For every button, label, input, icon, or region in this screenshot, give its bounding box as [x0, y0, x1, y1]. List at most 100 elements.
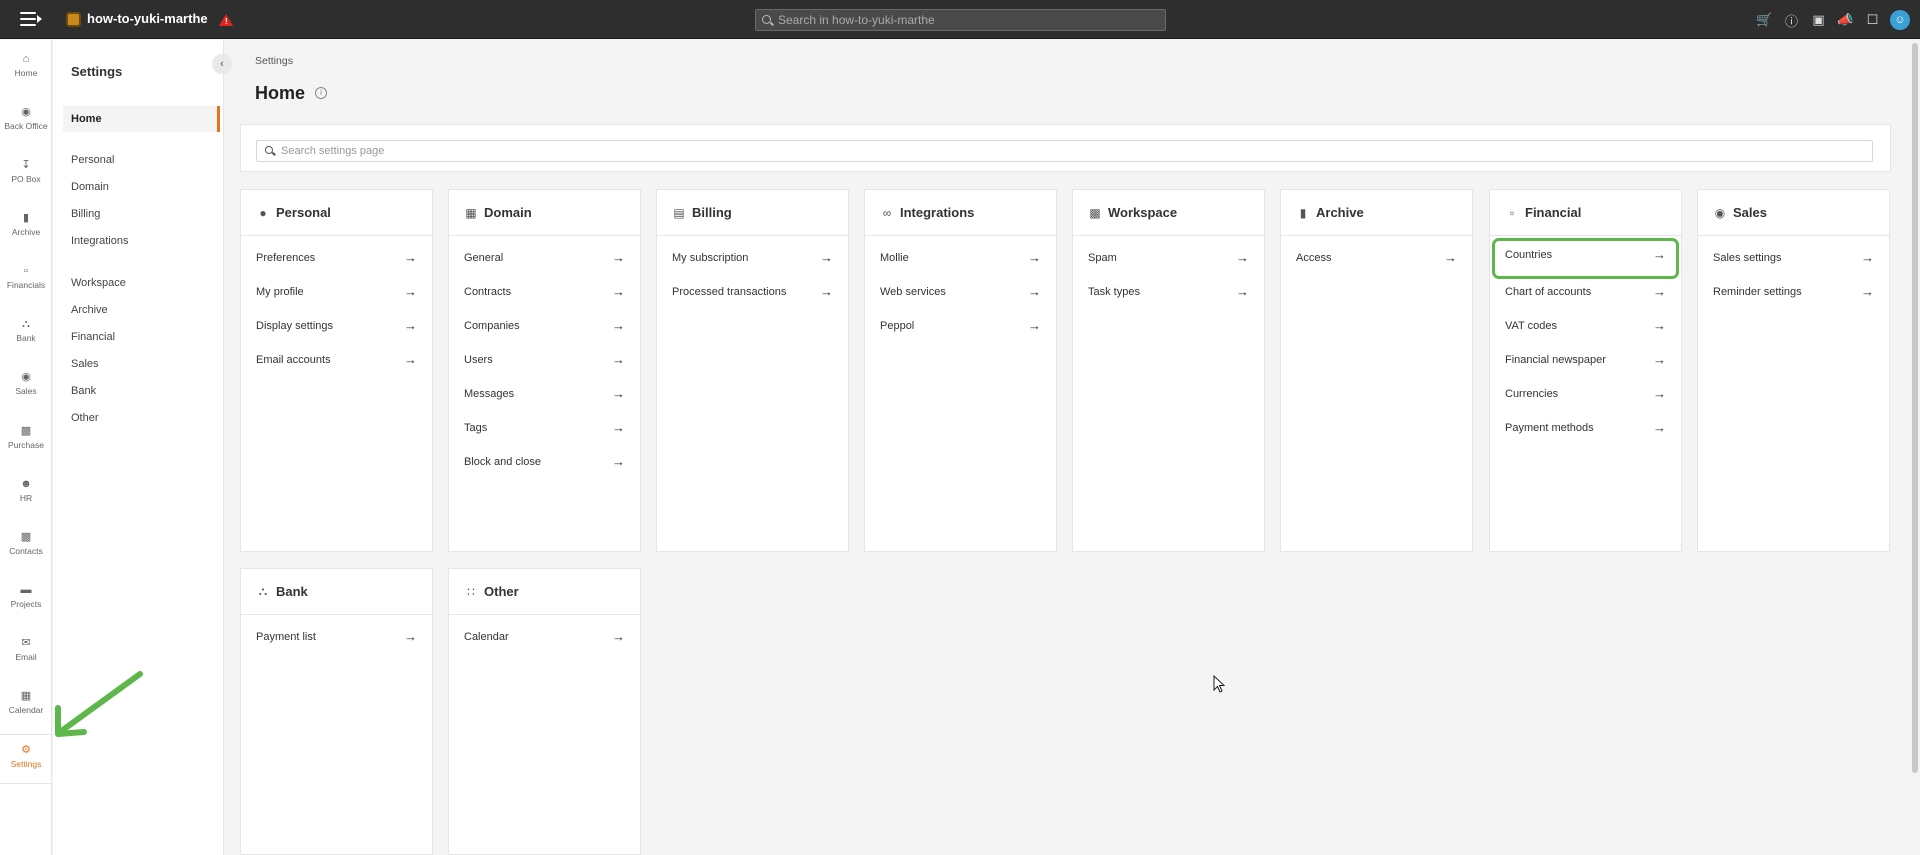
rail-item-projects[interactable]: ▬ Projects [0, 575, 52, 625]
arrow-right-icon: → [612, 250, 625, 265]
arrow-right-icon: → [1653, 284, 1666, 299]
people-icon: ☻ [20, 478, 32, 490]
rail-item-email[interactable]: ✉ Email [0, 628, 52, 678]
warning-icon[interactable]: ! [219, 14, 233, 26]
link-peppol[interactable]: Peppol → [867, 309, 1054, 343]
search-icon [762, 15, 771, 24]
nav-item-financial[interactable]: Financial [71, 331, 115, 343]
link-email-accounts[interactable]: Email accounts → [243, 343, 430, 377]
link-companies[interactable]: Companies → [451, 309, 638, 343]
arrow-right-icon: → [404, 352, 417, 367]
bookmark-icon[interactable]: ☐ [1859, 10, 1886, 30]
breadcrumb[interactable]: Settings [255, 55, 293, 67]
link-chart-of-accounts[interactable]: Chart of accounts → [1492, 275, 1679, 309]
collapse-chevron-icon[interactable]: ‹ [212, 54, 232, 74]
card-title: Domain [484, 205, 532, 220]
link-web-services[interactable]: Web services → [867, 275, 1054, 309]
rail-item-contacts[interactable]: ▩ Contacts [0, 522, 52, 572]
link-payment-methods[interactable]: Payment methods → [1492, 411, 1679, 445]
building-icon: ▦ [465, 205, 477, 220]
settings-search-card: Search settings page [240, 124, 1891, 172]
arrow-right-icon: → [1653, 420, 1666, 435]
settings-icon: ⚙ [21, 744, 31, 756]
link-messages[interactable]: Messages → [451, 377, 638, 411]
settings-search-input[interactable]: Search settings page [256, 140, 1873, 162]
store-icon[interactable]: ▣ [1805, 10, 1832, 30]
link-block-and-close[interactable]: Block and close → [451, 445, 638, 479]
link-general[interactable]: General → [451, 241, 638, 275]
card-title: Archive [1316, 205, 1364, 220]
arrow-right-icon: → [1653, 247, 1666, 262]
arrow-right-icon: → [1236, 250, 1249, 265]
nav-item-integrations[interactable]: Integrations [71, 235, 128, 247]
card-personal: ● Personal Preferences → My profile → Displ… [240, 189, 433, 552]
arrow-right-icon: → [404, 250, 417, 265]
link-processed-transactions[interactable]: Processed transactions → [659, 275, 846, 309]
arrow-right-icon: → [1028, 284, 1041, 299]
nav-item-personal[interactable]: Personal [71, 154, 114, 166]
nav-item-domain[interactable]: Domain [71, 181, 109, 193]
nav-item-home[interactable]: Home [63, 106, 220, 132]
back-office-icon: ◉ [21, 106, 31, 118]
company-logo-icon [66, 12, 81, 27]
arrow-right-icon: → [1236, 284, 1249, 299]
user-icon[interactable]: ☺ [1890, 10, 1910, 30]
arrow-right-icon: → [612, 284, 625, 299]
nav-item-bank[interactable]: Bank [71, 385, 96, 397]
megaphone-icon[interactable]: 📣 [1832, 10, 1859, 30]
scrollbar[interactable] [1912, 43, 1918, 773]
annotation-arrow-icon [55, 671, 143, 737]
rail-item-back-office[interactable]: ◉ Back Office [0, 97, 52, 147]
top-bar: how-to-yuki-marthe ! Search in how-to-yu… [0, 0, 1920, 39]
link-access[interactable]: Access → [1283, 241, 1470, 275]
link-currencies[interactable]: Currencies → [1492, 377, 1679, 411]
link-financial-newspaper[interactable]: Financial newspaper → [1492, 343, 1679, 377]
rail-item-purchase[interactable]: ▩ Purchase [0, 416, 52, 466]
link-task-types[interactable]: Task types → [1075, 275, 1262, 309]
home-icon: ⌂ [22, 53, 30, 65]
info-icon[interactable]: ⓘ [1778, 10, 1805, 30]
company-name[interactable]: how-to-yuki-marthe [87, 11, 208, 26]
link-calendar[interactable]: Calendar → [451, 620, 638, 654]
link-display-settings[interactable]: Display settings → [243, 309, 430, 343]
card-title: Billing [692, 205, 732, 220]
link-sales-settings[interactable]: Sales settings → [1700, 241, 1887, 275]
card-title: Bank [276, 584, 308, 599]
link-my-profile[interactable]: My profile → [243, 275, 430, 309]
card-title: Personal [276, 205, 331, 220]
link-vat-codes[interactable]: VAT codes → [1492, 309, 1679, 343]
rail-item-hr[interactable]: ☻ HR [0, 469, 52, 519]
rail-item-bank[interactable]: ⛬ Bank [0, 309, 52, 359]
link-preferences[interactable]: Preferences → [243, 241, 430, 275]
nav-item-sales[interactable]: Sales [71, 358, 99, 370]
rail-item-settings[interactable]: ⚙ Settings [0, 734, 52, 784]
rail-item-po-box[interactable]: ↧ PO Box [0, 150, 52, 200]
link-contracts[interactable]: Contracts → [451, 275, 638, 309]
card-title: Sales [1733, 205, 1767, 220]
rail-item-sales[interactable]: ◉ Sales [0, 362, 52, 412]
handshake-icon: ◉ [21, 371, 31, 383]
nav-item-billing[interactable]: Billing [71, 208, 100, 220]
link-payment-list[interactable]: Payment list → [243, 620, 430, 654]
link-reminder-settings[interactable]: Reminder settings → [1700, 275, 1887, 309]
search-placeholder: Search settings page [281, 145, 385, 157]
global-search-input[interactable]: Search in how-to-yuki-marthe [755, 9, 1166, 31]
link-mollie[interactable]: Mollie → [867, 241, 1054, 275]
link-tags[interactable]: Tags → [451, 411, 638, 445]
link-countries[interactable]: Countries → [1492, 238, 1679, 279]
link-spam[interactable]: Spam → [1075, 241, 1262, 275]
menu-icon[interactable] [20, 12, 42, 26]
info-icon[interactable]: i [315, 87, 327, 99]
link-users[interactable]: Users → [451, 343, 638, 377]
rail-item-calendar[interactable]: ▦ Calendar [0, 681, 52, 731]
link-my-subscription[interactable]: My subscription → [659, 241, 846, 275]
nav-item-other[interactable]: Other [71, 412, 99, 424]
nav-item-workspace[interactable]: Workspace [71, 277, 126, 289]
rail-item-home[interactable]: ⌂ Home [0, 44, 52, 94]
rail-item-financials[interactable]: ▫ Financials [0, 256, 52, 306]
rail-item-archive[interactable]: ▮ Archive [0, 203, 52, 253]
envelope-icon: ✉ [21, 637, 31, 649]
arrow-right-icon: → [1653, 352, 1666, 367]
cart-icon[interactable]: 🛒 [1751, 10, 1778, 30]
nav-item-archive[interactable]: Archive [71, 304, 108, 316]
